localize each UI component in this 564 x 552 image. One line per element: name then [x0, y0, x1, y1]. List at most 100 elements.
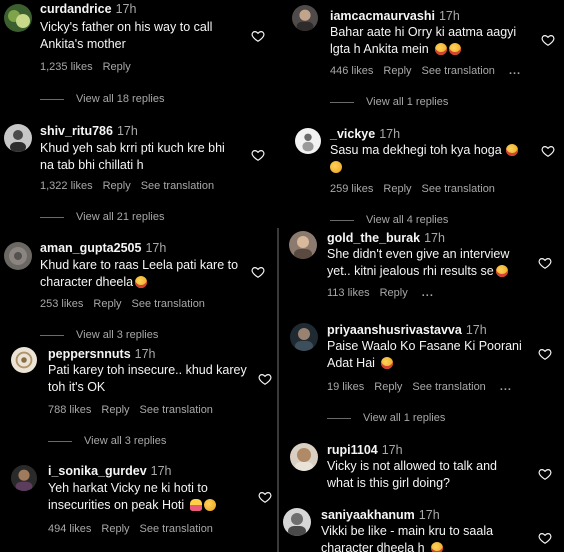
avatar[interactable] [295, 128, 321, 154]
heart-outline-icon[interactable] [251, 29, 265, 43]
view-replies-button[interactable]: View all 1 replies [330, 96, 448, 108]
heart-outline-icon[interactable] [258, 490, 272, 504]
likes-count[interactable]: 1,235 likes [40, 61, 93, 73]
likes-count[interactable]: 1,322 likes [40, 180, 93, 192]
username[interactable]: rupi1104 17h [327, 443, 403, 457]
username[interactable]: aman_gupta2505 17h [40, 241, 166, 255]
comment-time: 17h [381, 443, 403, 457]
comment-time: 17h [116, 124, 138, 138]
avatar[interactable] [11, 465, 37, 491]
username[interactable]: i_sonika_gurdev 17h [48, 464, 172, 478]
likes-count[interactable]: 253 likes [40, 298, 83, 310]
more-dots-icon[interactable]: ... [422, 287, 434, 299]
more-dots-icon[interactable]: ... [500, 381, 512, 393]
comment-actions: 113 likes Reply... [327, 287, 444, 299]
comment-text: Bahar aate hi Orry ki aatma aagyi lgta h … [330, 25, 517, 56]
comment-time: 17h [379, 127, 401, 141]
comment-text: Pati karey toh insecure.. khud karey toh … [48, 363, 247, 394]
comment-time: 17h [424, 231, 445, 245]
flushed-emoji-icon [204, 499, 217, 511]
reply-button[interactable]: Reply [383, 183, 411, 195]
reply-button[interactable]: Reply [103, 180, 131, 192]
heart-outline-icon[interactable] [538, 467, 552, 481]
reply-button[interactable]: Reply [383, 65, 411, 77]
comment-text: Khud yeh sab krri pti kuch kre bhi na tab… [40, 141, 225, 172]
username[interactable]: shiv_ritu786 17h [40, 124, 138, 138]
heart-outline-icon[interactable] [251, 148, 265, 162]
heart-outline-icon[interactable] [258, 372, 272, 386]
rofl-emoji-icon [495, 265, 508, 277]
username[interactable]: saniyaakhanum 17h [321, 508, 440, 522]
see-translation-button[interactable]: See translation [140, 404, 213, 416]
comment-text: Khud kare to raas Leela pati kare to char… [40, 258, 239, 289]
comment-actions: 446 likes Reply See translation... [330, 65, 531, 77]
likes-count[interactable]: 113 likes [327, 287, 370, 299]
view-replies-button[interactable]: View all 3 replies [40, 329, 158, 341]
rofl-emoji-icon [448, 43, 461, 55]
comment-actions: 1,322 likes Reply See translation [40, 180, 224, 192]
comment-actions: 1,235 likes Reply [40, 61, 141, 73]
username[interactable]: priyaanshusrivastavva 17h [327, 323, 487, 337]
avatar[interactable] [292, 5, 318, 31]
more-dots-icon[interactable]: ... [509, 65, 521, 77]
avatar[interactable] [4, 242, 32, 270]
heart-outline-icon[interactable] [541, 144, 555, 158]
likes-count[interactable]: 788 likes [48, 404, 91, 416]
heart-outline-icon[interactable] [538, 347, 552, 361]
heart-outline-icon[interactable] [538, 256, 552, 270]
avatar[interactable] [4, 4, 32, 32]
likes-count[interactable]: 259 likes [330, 183, 373, 195]
reply-button[interactable]: Reply [101, 523, 129, 535]
comment-text: Paise Waalo Ko Fasane Ki Poorani Adat Hai [327, 339, 522, 370]
comment-time: 17h [438, 9, 460, 23]
see-translation-button[interactable]: See translation [132, 298, 205, 310]
see-translation-button[interactable]: See translation [422, 65, 495, 77]
view-replies-button[interactable]: View all 18 replies [40, 93, 164, 105]
username[interactable]: gold_the_burak 17h [327, 231, 445, 245]
shrug-emoji-icon [190, 499, 203, 511]
rofl-emoji-icon [434, 43, 447, 55]
username[interactable]: _vickye 17h [330, 127, 400, 141]
view-replies-button[interactable]: View all 21 replies [40, 211, 164, 223]
avatar[interactable] [11, 347, 37, 373]
likes-count[interactable]: 19 likes [327, 381, 364, 393]
comment-text: Vicky's father on his way to call Ankita'… [40, 20, 213, 51]
avatar[interactable] [290, 443, 318, 471]
see-translation-button[interactable]: See translation [140, 523, 213, 535]
comment-time: 17h [145, 241, 167, 255]
see-translation-button[interactable]: See translation [422, 183, 495, 195]
likes-count[interactable]: 494 likes [48, 523, 91, 535]
username[interactable]: iamcacmaurvashi 17h [330, 9, 460, 23]
comment-text: Vicky is not allowed to talk and what is … [327, 459, 498, 490]
avatar[interactable] [4, 124, 32, 152]
rofl-emoji-icon [380, 357, 393, 369]
comment-time: 17h [465, 323, 487, 337]
comment-time: 17h [418, 508, 440, 522]
likes-count[interactable]: 446 likes [330, 65, 373, 77]
avatar[interactable] [290, 323, 318, 351]
heart-outline-icon[interactable] [541, 33, 555, 47]
view-replies-button[interactable]: View all 3 replies [48, 435, 166, 447]
reply-button[interactable]: Reply [101, 404, 129, 416]
heart-outline-icon[interactable] [251, 265, 265, 279]
right-comment-column: iamcacmaurvashi 17h Bahar aate hi Orry ki… [279, 0, 564, 552]
reply-button[interactable]: Reply [93, 298, 121, 310]
see-translation-button[interactable]: See translation [141, 180, 214, 192]
view-replies-button[interactable]: View all 1 replies [327, 412, 445, 424]
left-comment-column: curdandrice 17h Vicky's father on his way… [0, 0, 277, 552]
comment-actions: 788 likes Reply See translation [48, 404, 223, 416]
comment-text: Vikki be like - main kru to saala charact… [321, 524, 494, 552]
reply-button[interactable]: Reply [103, 61, 131, 73]
heart-outline-icon[interactable] [538, 531, 552, 545]
reply-button[interactable]: Reply [380, 287, 408, 299]
view-replies-button[interactable]: View all 4 replies [330, 214, 448, 226]
comment-actions: 494 likes Reply See translation [48, 523, 223, 535]
avatar[interactable] [283, 508, 311, 536]
comment-time: 17h [115, 2, 137, 16]
username[interactable]: curdandrice 17h [40, 2, 136, 16]
reply-button[interactable]: Reply [374, 381, 402, 393]
username[interactable]: peppersnnuts 17h [48, 347, 156, 361]
see-translation-button[interactable]: See translation [412, 381, 485, 393]
rofl-emoji-icon [505, 144, 518, 156]
avatar[interactable] [289, 231, 317, 259]
